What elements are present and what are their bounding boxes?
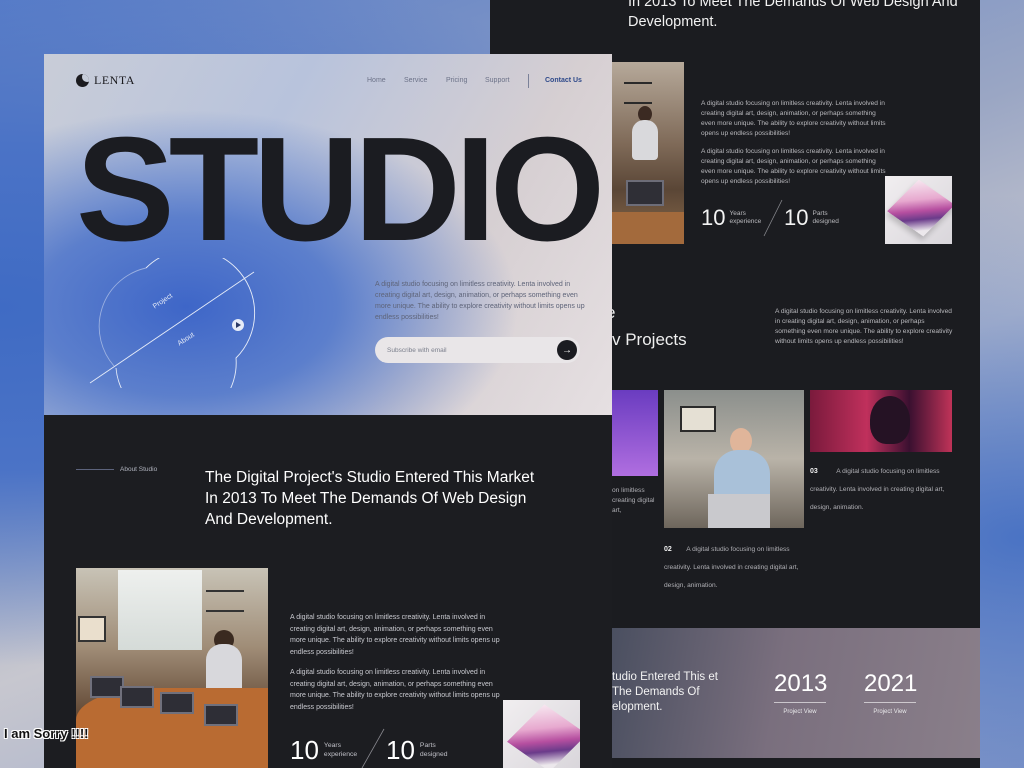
stat-value: 10 bbox=[701, 205, 726, 230]
project-2-caption: 02 A digital studio focusing on limitles… bbox=[664, 538, 804, 592]
product-cube-image bbox=[503, 700, 580, 768]
email-input[interactable] bbox=[387, 346, 527, 354]
project-about-circle bbox=[89, 258, 256, 388]
stat-label: Parts designed bbox=[419, 742, 448, 758]
project-text: A digital studio focusing on limitless c… bbox=[664, 546, 799, 589]
stat-label: Years experience bbox=[729, 210, 762, 225]
back-paragraph-2: A digital studio focusing on limitless c… bbox=[701, 148, 886, 185]
project-tile-3[interactable] bbox=[810, 390, 952, 452]
projects-heading: v Projects bbox=[612, 330, 687, 349]
project-tile-1[interactable] bbox=[612, 390, 658, 476]
stat-value: 10 bbox=[386, 735, 415, 765]
year-label: Project View bbox=[783, 709, 817, 715]
project-3-caption: 03 A digital studio focusing on limitles… bbox=[810, 460, 952, 514]
brand-name: LENTA bbox=[94, 73, 135, 87]
back-stat-years: 10 Years experience bbox=[701, 207, 765, 229]
about-label: About Studio bbox=[120, 466, 158, 473]
back-paragraph-1: A digital studio focusing on limitless c… bbox=[701, 100, 886, 137]
about-title: The Digital Project's Studio Entered Thi… bbox=[205, 469, 535, 528]
hero-title: STUDIO bbox=[76, 107, 605, 272]
timeline-text: tudio Entered This et The Demands Of elo… bbox=[612, 671, 718, 713]
year-label: Project View bbox=[873, 709, 907, 715]
year-2021[interactable]: 2021 Project View bbox=[864, 670, 918, 715]
stat-value: 10 bbox=[290, 735, 319, 765]
hero-description: A digital studio focusing on limitless c… bbox=[375, 281, 585, 321]
brand-logo[interactable]: LENTA bbox=[76, 73, 135, 88]
nav-service[interactable]: Service bbox=[404, 77, 427, 84]
nav-home[interactable]: Home bbox=[367, 77, 386, 84]
back-team-photo bbox=[612, 62, 684, 244]
about-paragraph-2: A digital studio focusing on limitless c… bbox=[290, 669, 500, 711]
year-value: 2021 bbox=[864, 670, 918, 697]
arrow-right-icon[interactable]: → bbox=[557, 340, 577, 360]
stat-parts: 10 Parts designed bbox=[386, 737, 454, 763]
project-text: A digital studio focusing on limitless c… bbox=[810, 468, 945, 511]
stat-divider bbox=[361, 728, 385, 768]
moon-logo-icon bbox=[76, 74, 89, 87]
year-value: 2013 bbox=[774, 670, 828, 697]
back-section-title: In 2013 To Meet The Demands Of Web Desig… bbox=[628, 0, 958, 30]
stat-label: Parts designed bbox=[812, 210, 839, 225]
back-stat-parts: 10 Parts designed bbox=[784, 207, 842, 229]
stat-years: 10 Years experience bbox=[290, 737, 364, 763]
projects-description: A digital studio focusing on limitless c… bbox=[775, 308, 953, 345]
nav-pricing[interactable]: Pricing bbox=[446, 77, 467, 84]
project-number: 03 bbox=[810, 468, 818, 475]
stat-divider bbox=[763, 199, 783, 237]
overlay-caption: I am Sorry !!!! bbox=[4, 726, 89, 741]
nav-support[interactable]: Support bbox=[485, 77, 510, 84]
project-1-text: on limitless creating digital art, bbox=[612, 487, 655, 514]
product-cube-image bbox=[885, 176, 952, 244]
stat-label: Years experience bbox=[323, 742, 358, 758]
team-meeting-photo bbox=[76, 568, 268, 768]
about-paragraph-1: A digital studio focusing on limitless c… bbox=[290, 614, 500, 656]
about-label-line bbox=[76, 469, 114, 470]
nav-divider bbox=[528, 74, 529, 88]
subscribe-form: → bbox=[375, 337, 580, 363]
year-2013[interactable]: 2013 Project View bbox=[774, 670, 828, 715]
nav-contact-us[interactable]: Contact Us bbox=[545, 77, 582, 84]
project-tile-2[interactable] bbox=[664, 390, 804, 528]
project-number: 02 bbox=[664, 546, 672, 553]
stat-value: 10 bbox=[784, 205, 809, 230]
